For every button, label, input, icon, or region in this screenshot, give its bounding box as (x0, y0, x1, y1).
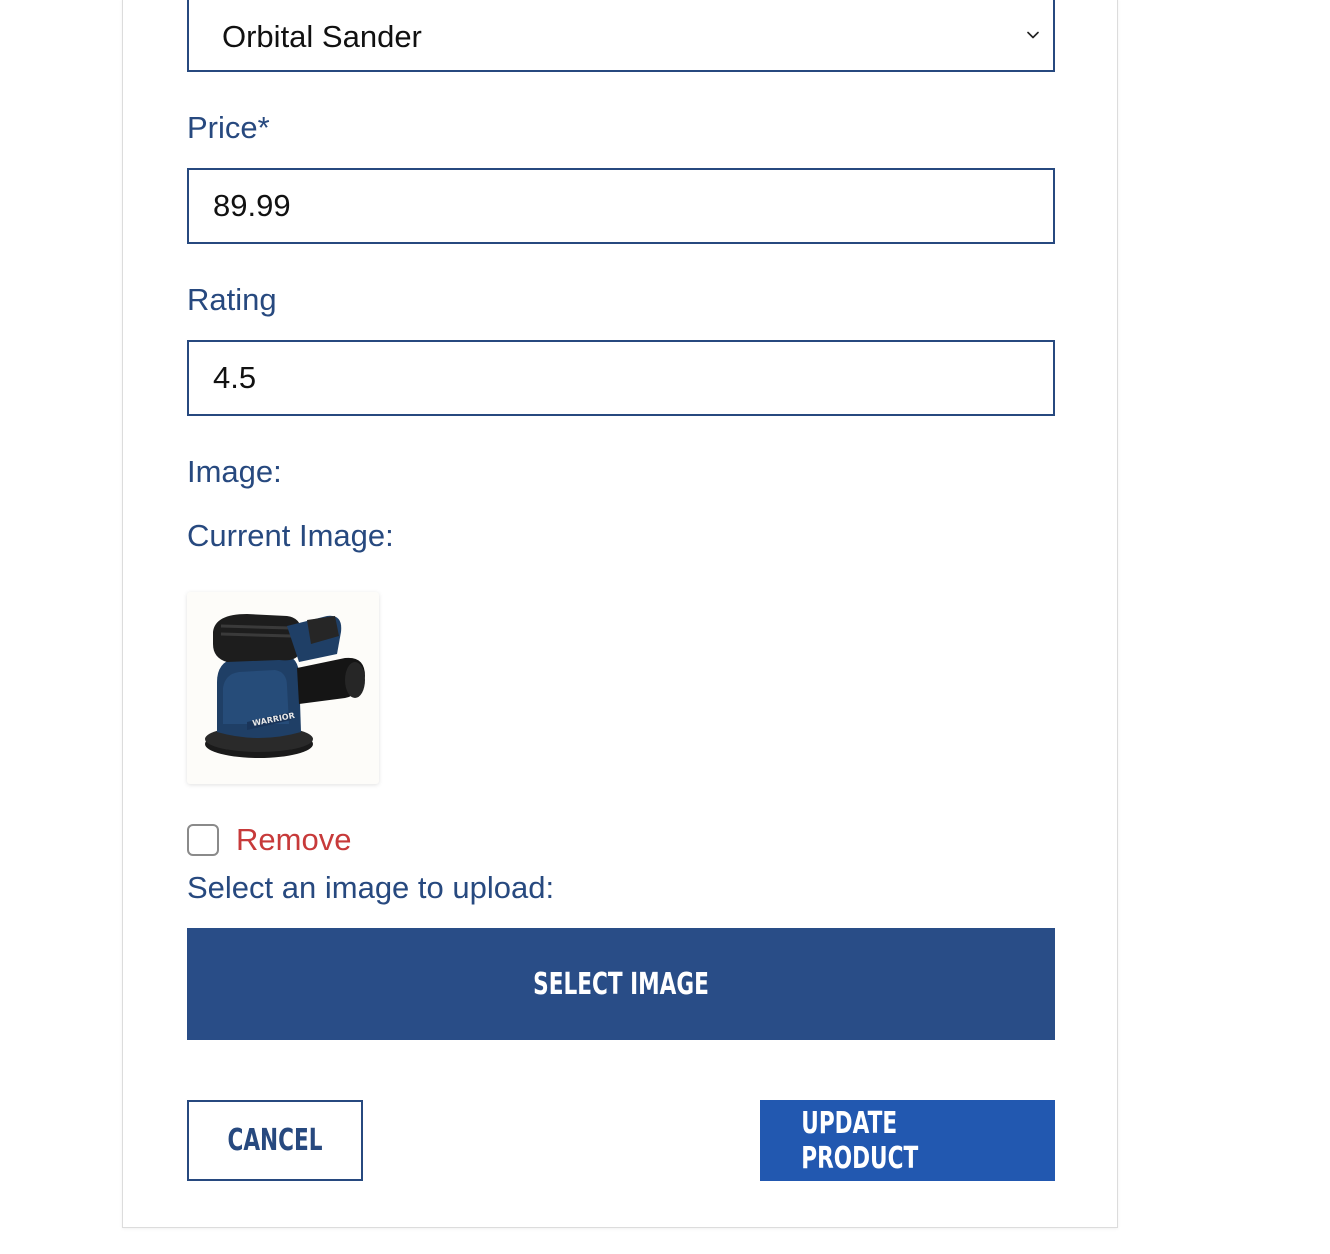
chevron-down-icon (1027, 31, 1039, 39)
rating-input-value: 4.5 (213, 360, 257, 395)
current-image-thumbnail: WARRIOR (187, 592, 379, 784)
cancel-button-label: CANCEL (227, 1123, 323, 1158)
price-label: Price* (187, 110, 270, 145)
image-label: Image: (187, 454, 282, 489)
remove-image-label[interactable]: Remove (236, 822, 351, 858)
select-image-button[interactable]: SELECT IMAGE (187, 928, 1055, 1040)
price-input[interactable]: 89.99 (187, 168, 1055, 244)
category-select[interactable]: Orbital Sander (187, 0, 1055, 72)
category-select-value: Orbital Sander (222, 19, 422, 54)
select-image-button-label: SELECT IMAGE (533, 966, 709, 1002)
price-input-value: 89.99 (213, 188, 291, 223)
rating-input[interactable]: 4.5 (187, 340, 1055, 416)
orbital-sander-image: WARRIOR (205, 614, 365, 758)
current-image-label: Current Image: (187, 518, 394, 553)
upload-label: Select an image to upload: (187, 870, 555, 905)
cancel-button[interactable]: CANCEL (187, 1100, 363, 1181)
remove-image-checkbox[interactable] (187, 824, 219, 856)
update-product-button-label: UPDATE PRODUCT (801, 1105, 919, 1176)
rating-label: Rating (187, 282, 277, 317)
update-product-button[interactable]: UPDATE PRODUCT (760, 1100, 1055, 1181)
